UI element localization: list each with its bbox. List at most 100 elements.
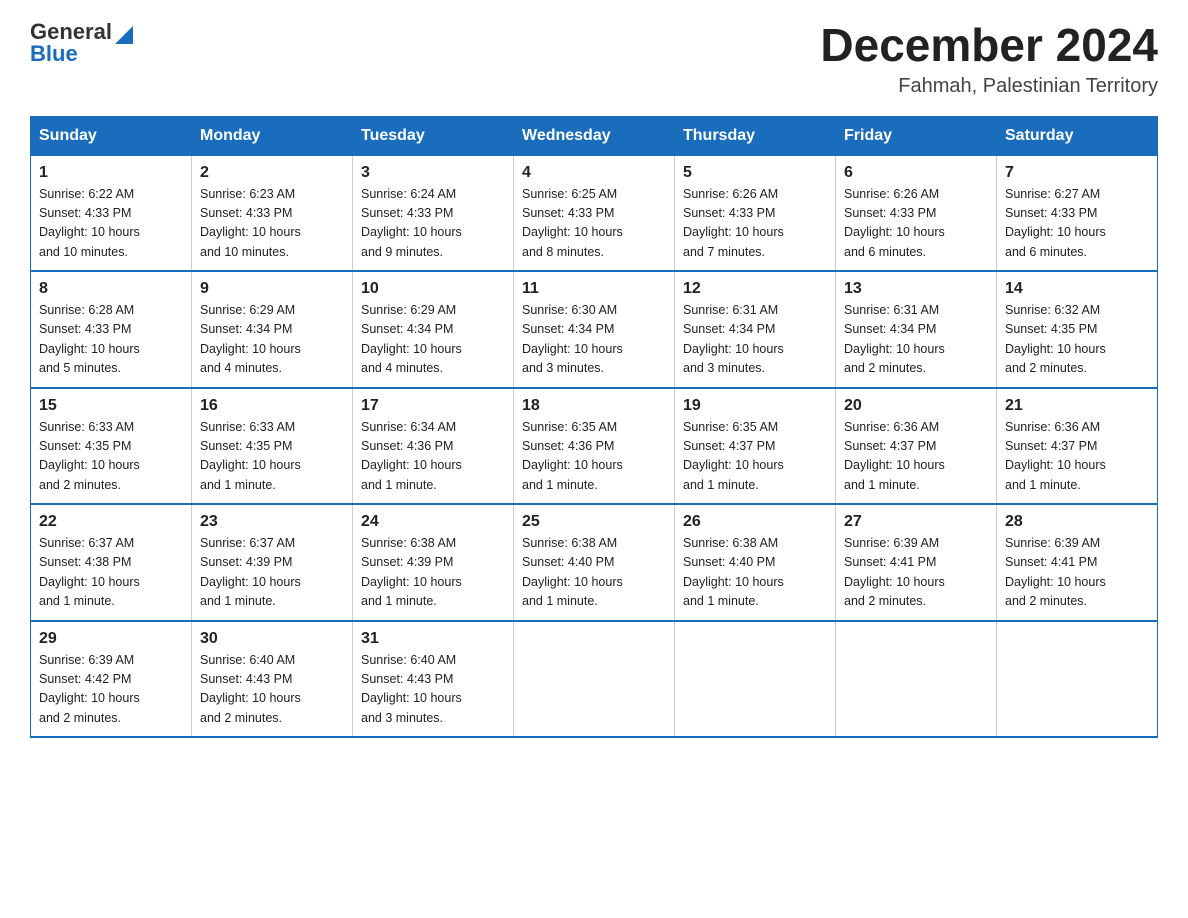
col-header-sunday: Sunday xyxy=(31,116,192,155)
day-number: 20 xyxy=(844,397,988,415)
day-cell: 25Sunrise: 6:38 AM Sunset: 4:40 PM Dayli… xyxy=(514,504,675,621)
day-number: 1 xyxy=(39,164,183,182)
day-number: 12 xyxy=(683,280,827,298)
day-number: 13 xyxy=(844,280,988,298)
day-info: Sunrise: 6:37 AM Sunset: 4:39 PM Dayligh… xyxy=(200,534,344,612)
day-info: Sunrise: 6:31 AM Sunset: 4:34 PM Dayligh… xyxy=(844,301,988,379)
day-number: 8 xyxy=(39,280,183,298)
day-number: 14 xyxy=(1005,280,1149,298)
day-info: Sunrise: 6:31 AM Sunset: 4:34 PM Dayligh… xyxy=(683,301,827,379)
col-header-tuesday: Tuesday xyxy=(353,116,514,155)
day-info: Sunrise: 6:38 AM Sunset: 4:40 PM Dayligh… xyxy=(522,534,666,612)
logo-blue: Blue xyxy=(30,42,133,66)
day-cell: 24 Sunrise: 6:38 AM Sunset: 4:39 PM Dayli… xyxy=(353,504,514,621)
day-cell: 30Sunrise: 6:40 AM Sunset: 4:43 PM Dayli… xyxy=(192,621,353,738)
day-info: Sunrise: 6:38 AM Sunset: 4:40 PM Dayligh… xyxy=(683,534,827,612)
col-header-thursday: Thursday xyxy=(675,116,836,155)
day-info: Sunrise: 6:32 AM Sunset: 4:35 PM Dayligh… xyxy=(1005,301,1149,379)
day-number: 17 xyxy=(361,397,505,415)
day-cell xyxy=(514,621,675,738)
day-number: 3 xyxy=(361,164,505,182)
day-info: Sunrise: 6:30 AM Sunset: 4:34 PM Dayligh… xyxy=(522,301,666,379)
day-cell: 5 Sunrise: 6:26 AM Sunset: 4:33 PM Daylig… xyxy=(675,155,836,271)
day-cell: 13 Sunrise: 6:31 AM Sunset: 4:34 PM Dayli… xyxy=(836,271,997,388)
day-info: Sunrise: 6:24 AM Sunset: 4:33 PM Dayligh… xyxy=(361,185,505,263)
col-header-friday: Friday xyxy=(836,116,997,155)
week-row-4: 22 Sunrise: 6:37 AM Sunset: 4:38 PM Dayli… xyxy=(31,504,1158,621)
day-cell: 16 Sunrise: 6:33 AM Sunset: 4:35 PM Dayli… xyxy=(192,388,353,505)
day-info: Sunrise: 6:27 AM Sunset: 4:33 PM Dayligh… xyxy=(1005,185,1149,263)
day-info: Sunrise: 6:36 AM Sunset: 4:37 PM Dayligh… xyxy=(844,418,988,496)
day-number: 22 xyxy=(39,513,183,531)
day-cell: 8 Sunrise: 6:28 AM Sunset: 4:33 PM Daylig… xyxy=(31,271,192,388)
day-cell: 7 Sunrise: 6:27 AM Sunset: 4:33 PM Daylig… xyxy=(997,155,1158,271)
page-header: General Blue December 2024 Fahmah, Pales… xyxy=(30,20,1158,98)
col-header-monday: Monday xyxy=(192,116,353,155)
day-number: 10 xyxy=(361,280,505,298)
calendar-table: SundayMondayTuesdayWednesdayThursdayFrid… xyxy=(30,116,1158,739)
day-number: 15 xyxy=(39,397,183,415)
day-info: Sunrise: 6:39 AM Sunset: 4:42 PM Dayligh… xyxy=(39,651,183,729)
day-cell: 18 Sunrise: 6:35 AM Sunset: 4:36 PM Dayli… xyxy=(514,388,675,505)
day-cell: 27 Sunrise: 6:39 AM Sunset: 4:41 PM Dayli… xyxy=(836,504,997,621)
day-info: Sunrise: 6:26 AM Sunset: 4:33 PM Dayligh… xyxy=(683,185,827,263)
day-cell: 11 Sunrise: 6:30 AM Sunset: 4:34 PM Dayli… xyxy=(514,271,675,388)
day-cell: 15 Sunrise: 6:33 AM Sunset: 4:35 PM Dayli… xyxy=(31,388,192,505)
col-header-saturday: Saturday xyxy=(997,116,1158,155)
col-header-wednesday: Wednesday xyxy=(514,116,675,155)
day-info: Sunrise: 6:29 AM Sunset: 4:34 PM Dayligh… xyxy=(361,301,505,379)
day-info: Sunrise: 6:39 AM Sunset: 4:41 PM Dayligh… xyxy=(844,534,988,612)
day-number: 19 xyxy=(683,397,827,415)
day-number: 26 xyxy=(683,513,827,531)
day-number: 28 xyxy=(1005,513,1149,531)
day-cell xyxy=(675,621,836,738)
week-row-2: 8 Sunrise: 6:28 AM Sunset: 4:33 PM Daylig… xyxy=(31,271,1158,388)
day-info: Sunrise: 6:36 AM Sunset: 4:37 PM Dayligh… xyxy=(1005,418,1149,496)
day-cell: 1 Sunrise: 6:22 AM Sunset: 4:33 PM Daylig… xyxy=(31,155,192,271)
day-cell: 23 Sunrise: 6:37 AM Sunset: 4:39 PM Dayli… xyxy=(192,504,353,621)
day-info: Sunrise: 6:37 AM Sunset: 4:38 PM Dayligh… xyxy=(39,534,183,612)
logo-triangle-icon xyxy=(115,22,133,44)
day-info: Sunrise: 6:26 AM Sunset: 4:33 PM Dayligh… xyxy=(844,185,988,263)
day-info: Sunrise: 6:38 AM Sunset: 4:39 PM Dayligh… xyxy=(361,534,505,612)
day-info: Sunrise: 6:35 AM Sunset: 4:36 PM Dayligh… xyxy=(522,418,666,496)
day-cell: 22 Sunrise: 6:37 AM Sunset: 4:38 PM Dayli… xyxy=(31,504,192,621)
day-number: 24 xyxy=(361,513,505,531)
day-number: 18 xyxy=(522,397,666,415)
day-info: Sunrise: 6:28 AM Sunset: 4:33 PM Dayligh… xyxy=(39,301,183,379)
day-cell: 17 Sunrise: 6:34 AM Sunset: 4:36 PM Dayli… xyxy=(353,388,514,505)
day-cell xyxy=(997,621,1158,738)
day-cell: 26 Sunrise: 6:38 AM Sunset: 4:40 PM Dayli… xyxy=(675,504,836,621)
day-cell: 21Sunrise: 6:36 AM Sunset: 4:37 PM Dayli… xyxy=(997,388,1158,505)
logo: General Blue xyxy=(30,20,133,66)
day-number: 7 xyxy=(1005,164,1149,182)
day-number: 11 xyxy=(522,280,666,298)
day-info: Sunrise: 6:33 AM Sunset: 4:35 PM Dayligh… xyxy=(39,418,183,496)
month-title: December 2024 xyxy=(820,20,1158,71)
day-cell: 14 Sunrise: 6:32 AM Sunset: 4:35 PM Dayli… xyxy=(997,271,1158,388)
day-cell xyxy=(836,621,997,738)
day-cell: 9Sunrise: 6:29 AM Sunset: 4:34 PM Daylig… xyxy=(192,271,353,388)
day-number: 23 xyxy=(200,513,344,531)
day-cell: 20 Sunrise: 6:36 AM Sunset: 4:37 PM Dayli… xyxy=(836,388,997,505)
day-info: Sunrise: 6:35 AM Sunset: 4:37 PM Dayligh… xyxy=(683,418,827,496)
day-info: Sunrise: 6:34 AM Sunset: 4:36 PM Dayligh… xyxy=(361,418,505,496)
day-number: 31 xyxy=(361,630,505,648)
day-info: Sunrise: 6:39 AM Sunset: 4:41 PM Dayligh… xyxy=(1005,534,1149,612)
day-cell: 2Sunrise: 6:23 AM Sunset: 4:33 PM Daylig… xyxy=(192,155,353,271)
week-row-1: 1 Sunrise: 6:22 AM Sunset: 4:33 PM Daylig… xyxy=(31,155,1158,271)
day-number: 4 xyxy=(522,164,666,182)
day-number: 27 xyxy=(844,513,988,531)
day-info: Sunrise: 6:22 AM Sunset: 4:33 PM Dayligh… xyxy=(39,185,183,263)
day-number: 6 xyxy=(844,164,988,182)
day-cell: 4Sunrise: 6:25 AM Sunset: 4:33 PM Daylig… xyxy=(514,155,675,271)
day-info: Sunrise: 6:29 AM Sunset: 4:34 PM Dayligh… xyxy=(200,301,344,379)
day-number: 16 xyxy=(200,397,344,415)
day-cell: 12 Sunrise: 6:31 AM Sunset: 4:34 PM Dayli… xyxy=(675,271,836,388)
day-number: 5 xyxy=(683,164,827,182)
day-info: Sunrise: 6:40 AM Sunset: 4:43 PM Dayligh… xyxy=(361,651,505,729)
day-number: 29 xyxy=(39,630,183,648)
day-cell: 10 Sunrise: 6:29 AM Sunset: 4:34 PM Dayli… xyxy=(353,271,514,388)
day-info: Sunrise: 6:33 AM Sunset: 4:35 PM Dayligh… xyxy=(200,418,344,496)
day-cell: 6 Sunrise: 6:26 AM Sunset: 4:33 PM Daylig… xyxy=(836,155,997,271)
